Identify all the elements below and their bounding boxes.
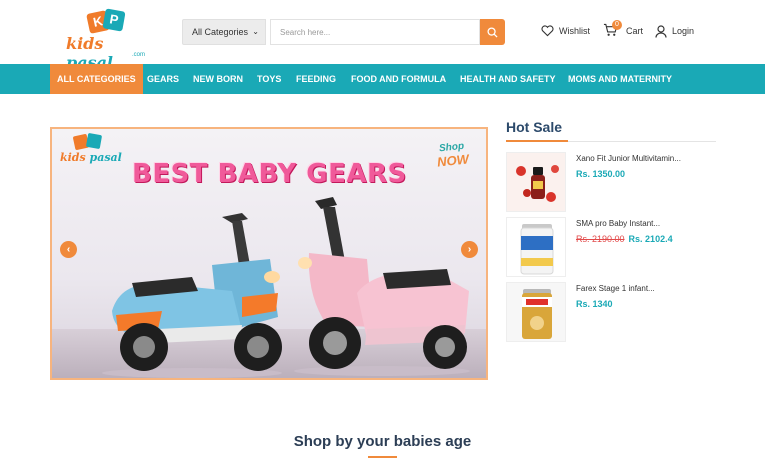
hot-sale-divider-accent xyxy=(506,140,568,142)
site-header: K P kids pasal .com All Categories ⌄ Wis… xyxy=(0,0,765,72)
hot-sale-product[interactable]: Farex Stage 1 infant... Rs. 1340 xyxy=(506,282,716,342)
banner-title: BEST BABY GEARS xyxy=(132,159,407,189)
nav-item-moms-and-maternity[interactable]: MOMS AND MATERNITY xyxy=(568,64,672,94)
cart-count-badge: 0 xyxy=(612,20,622,30)
product-price: Rs. 1350.00 xyxy=(576,169,626,179)
hot-sale-product[interactable]: Xano Fit Junior Multivitamin... Rs. 1350… xyxy=(506,152,716,212)
hot-sale-product[interactable]: SMA pro Baby Instant... Rs. 2190.00 Rs. 2… xyxy=(506,217,716,277)
product-thumbnail[interactable] xyxy=(506,217,566,277)
banner-next-arrow[interactable]: › xyxy=(461,241,478,258)
product-name[interactable]: Xano Fit Junior Multivitamin... xyxy=(576,154,681,163)
banner-logo-word-kids: kids xyxy=(60,151,86,164)
chevron-down-icon: ⌄ xyxy=(252,27,259,36)
hero-banner[interactable]: kids pasal BEST BABY GEARS Shop NOW ‹ › xyxy=(50,127,488,380)
pink-scooter-image xyxy=(294,197,470,376)
logo-tile-p: P xyxy=(102,8,126,32)
product-sale-price: Rs. 2102.4 xyxy=(628,234,673,244)
cart-link[interactable]: 0 Cart xyxy=(603,20,644,40)
nav-item-new-born[interactable]: NEW BORN xyxy=(193,64,243,94)
banner-logo-wordmark: kids pasal xyxy=(60,151,122,164)
product-old-price: Rs. 2190.00 xyxy=(576,234,625,244)
site-logo[interactable]: K P kids pasal .com xyxy=(66,8,150,72)
product-name[interactable]: SMA pro Baby Instant... xyxy=(576,219,660,228)
product-name[interactable]: Farex Stage 1 infant... xyxy=(576,284,655,293)
product-price: Rs. 2190.00 Rs. 2102.4 xyxy=(576,234,673,244)
section-title-underline xyxy=(368,456,397,458)
nav-item-feeding[interactable]: FEEDING xyxy=(296,64,336,94)
cart-icon-wrap: 0 xyxy=(603,20,622,39)
multivitamin-product-image xyxy=(507,153,565,211)
farex-product-image xyxy=(507,283,565,341)
product-price: Rs. 1340 xyxy=(576,299,613,309)
nav-item-all-categories[interactable]: ALL CATEGORIES xyxy=(50,64,143,94)
banner-logo-tile-p xyxy=(85,132,103,150)
logo-domain-suffix: .com xyxy=(132,52,146,58)
nav-item-gears[interactable]: GEARS xyxy=(147,64,179,94)
nav-item-toys[interactable]: TOYS xyxy=(257,64,281,94)
category-select[interactable]: All Categories ⌄ xyxy=(182,19,266,45)
banner-logo: kids pasal xyxy=(60,132,122,175)
nav-item-food-and-formula[interactable]: FOOD AND FORMULA xyxy=(351,64,446,94)
blue-scooter-image xyxy=(102,213,282,378)
banner-logo-word-pasal: pasal xyxy=(89,151,122,164)
wishlist-link[interactable]: Wishlist xyxy=(541,22,590,40)
hot-sale-title: Hot Sale xyxy=(506,119,563,135)
main-nav: ALL CATEGORIES GEARS NEW BORN TOYS FEEDI… xyxy=(0,64,765,94)
logo-word-kids: kids xyxy=(66,34,104,53)
wishlist-label: Wishlist xyxy=(559,26,590,36)
search-button[interactable] xyxy=(480,19,505,45)
category-select-value: All Categories xyxy=(192,27,249,37)
login-label: Login xyxy=(672,26,695,36)
login-link[interactable]: Login xyxy=(655,22,694,40)
search-input[interactable] xyxy=(270,19,480,45)
sma-formula-product-image xyxy=(507,218,565,276)
heart-icon xyxy=(541,25,554,37)
user-icon xyxy=(655,24,667,38)
nav-item-health-and-safety[interactable]: HEALTH AND SAFETY xyxy=(460,64,556,94)
product-thumbnail[interactable] xyxy=(506,152,566,212)
banner-prev-arrow[interactable]: ‹ xyxy=(60,241,77,258)
search-icon xyxy=(487,26,498,38)
shop-now-bottom: NOW xyxy=(436,151,470,170)
cart-label: Cart xyxy=(626,26,644,36)
shop-now-badge[interactable]: Shop NOW xyxy=(430,139,476,183)
section-title: Shop by your babies age xyxy=(293,433,472,450)
product-thumbnail[interactable] xyxy=(506,282,566,342)
